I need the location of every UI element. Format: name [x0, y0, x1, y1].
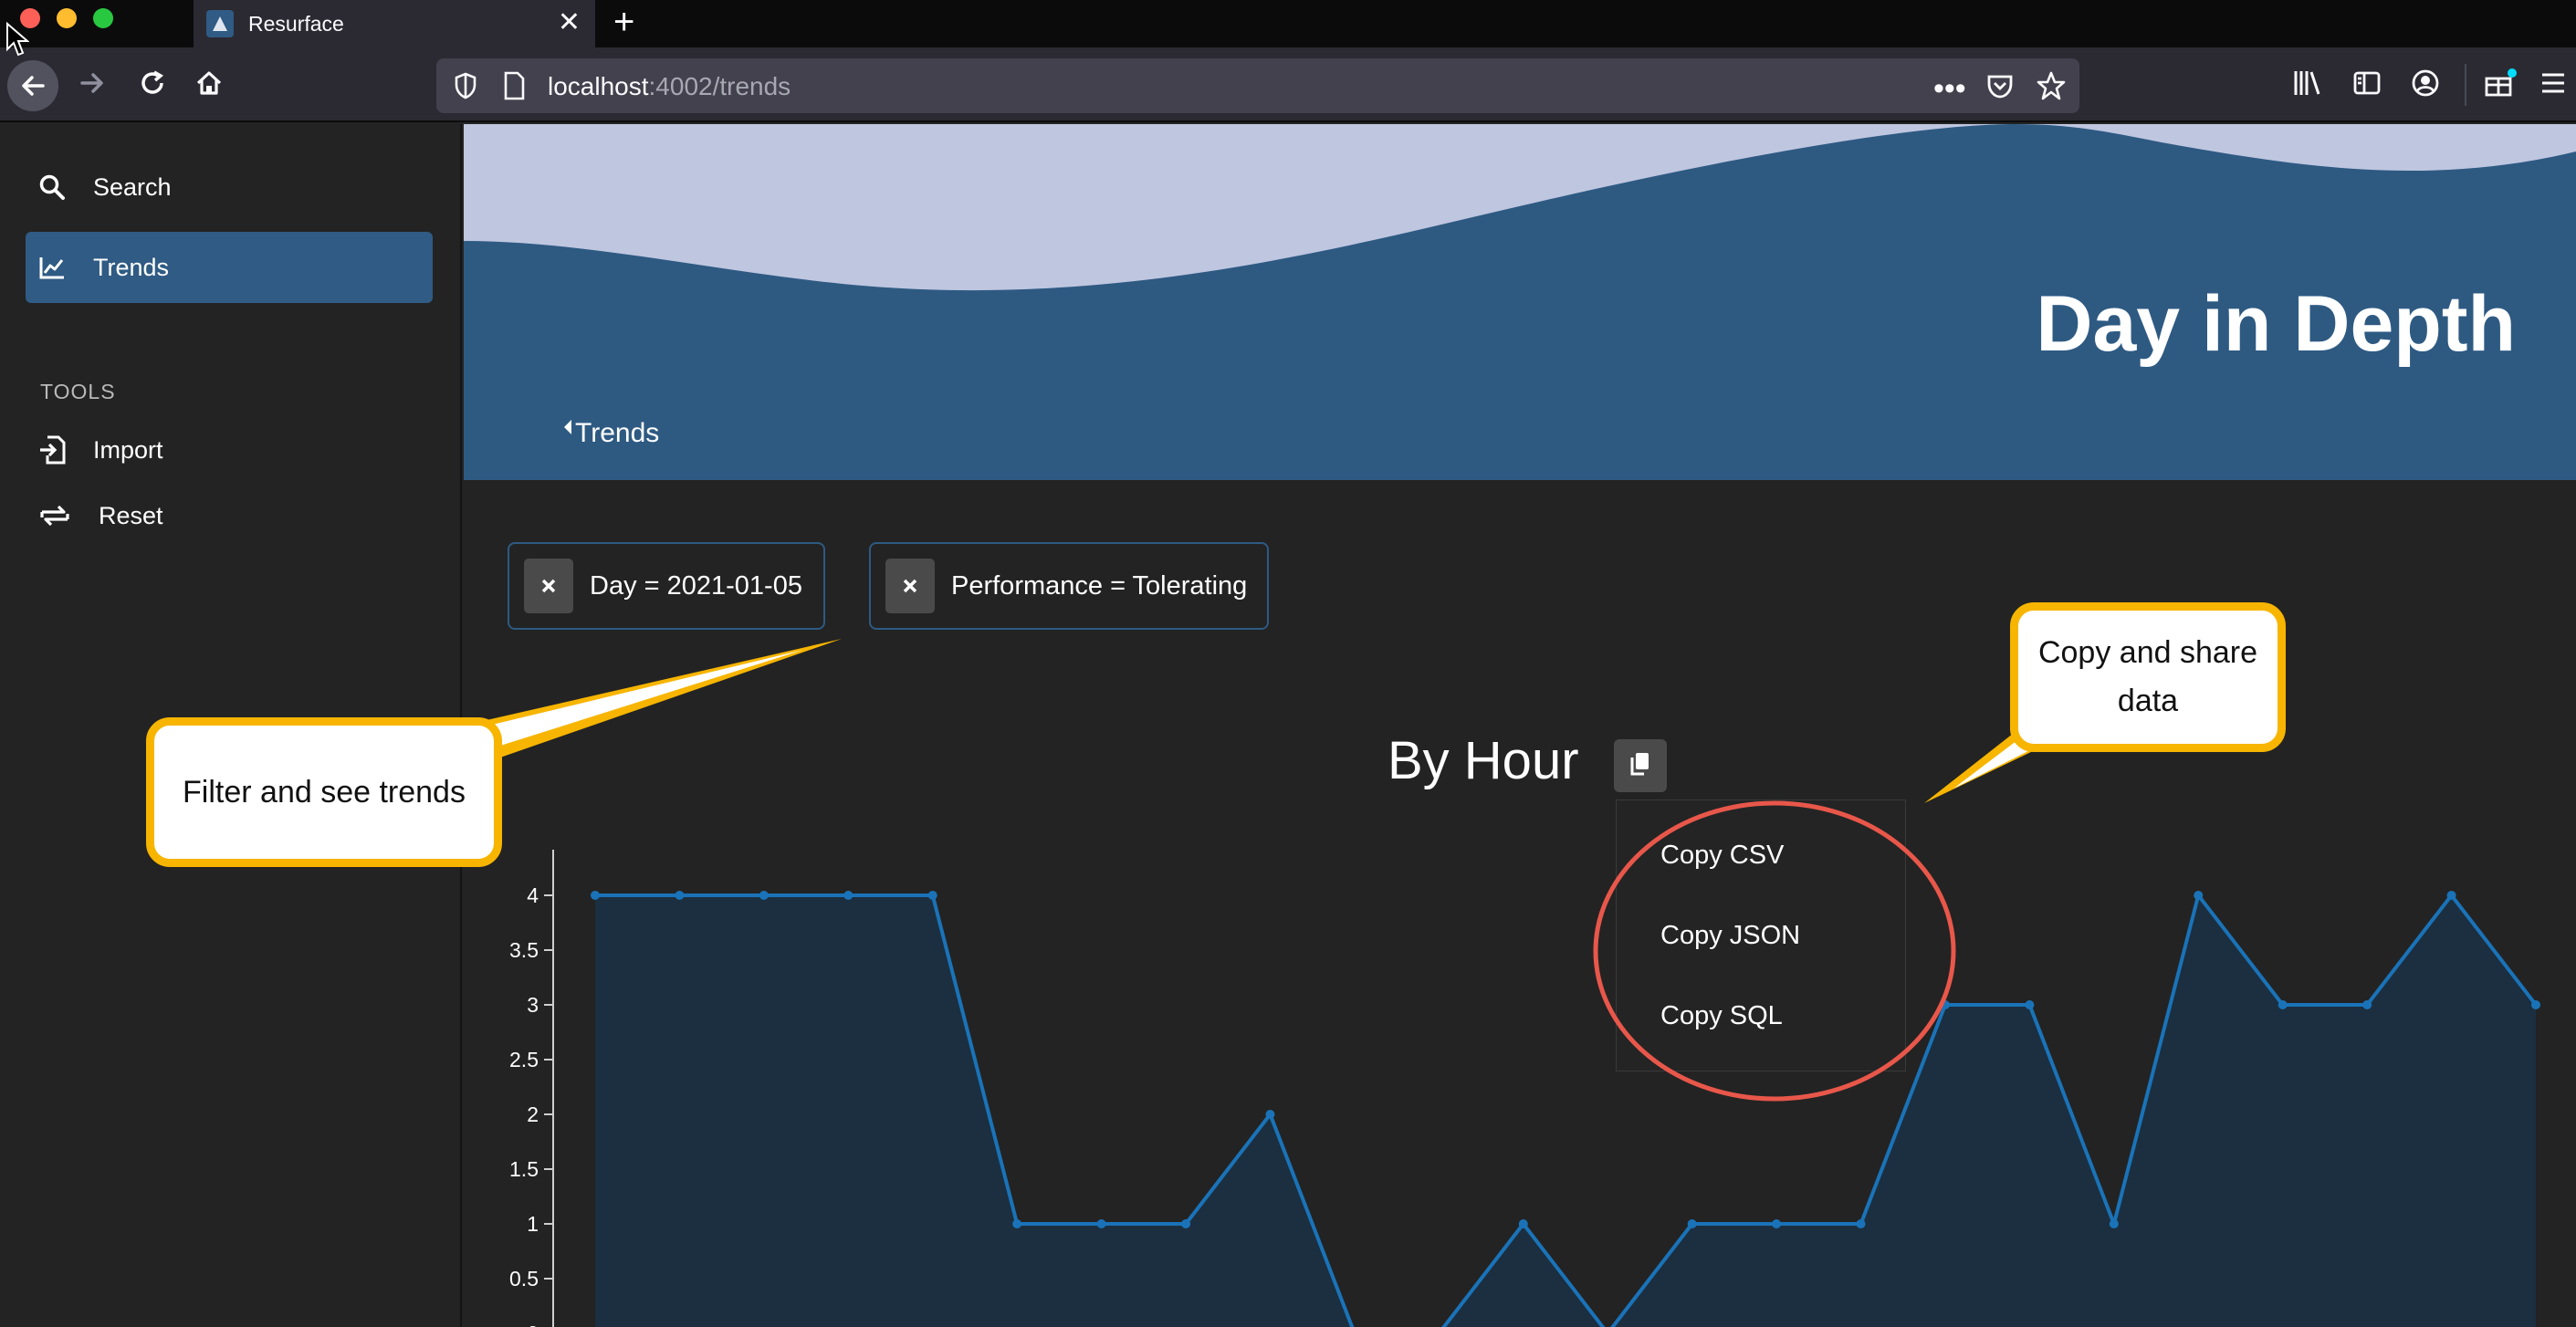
filter-callout-text: Filter and see trends: [183, 774, 466, 810]
highlight-circle: [1593, 800, 1956, 1102]
filter-callout-pointer: [475, 639, 842, 758]
copy-callout: Copy and share data: [2010, 602, 2286, 752]
mouse-cursor-icon: [6, 22, 29, 57]
filter-callout: Filter and see trends: [146, 717, 502, 867]
copy-callout-text: Copy and share data: [2037, 635, 2258, 718]
filter-callout-pointer-fill: [488, 650, 803, 747]
